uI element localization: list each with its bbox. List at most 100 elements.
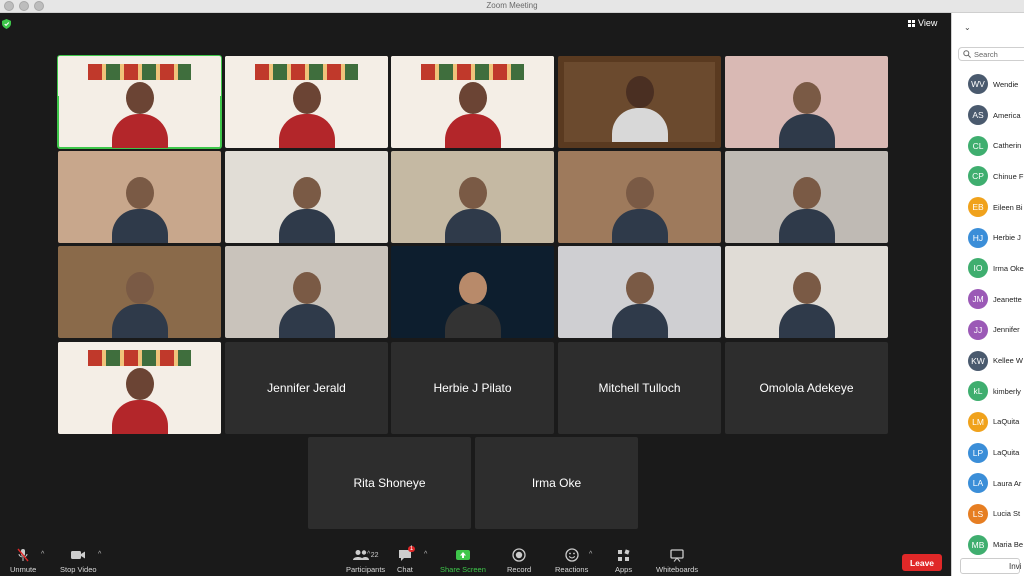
participant-video-tile[interactable]: Herbie J Pilato (391, 342, 554, 434)
invite-button[interactable]: Invi (960, 558, 1021, 574)
participant-list-item[interactable]: JM Jeanette (952, 284, 1024, 315)
participant-video-tile[interactable]: Jennifer Jerald (225, 342, 388, 434)
view-button[interactable]: View (908, 18, 937, 28)
avatar: JJ (968, 319, 988, 340)
record-button[interactable]: Record (507, 548, 531, 574)
view-label: View (918, 18, 938, 28)
chat-button[interactable]: 1 Chat (397, 546, 416, 574)
participant-video-tile[interactable]: Mitchell Tulloch (558, 342, 721, 434)
avatar: LM (968, 411, 988, 432)
person-head (458, 272, 487, 304)
participant-video-tile[interactable] (558, 151, 721, 243)
participant-video-tile[interactable] (391, 151, 554, 243)
leave-button[interactable]: Leave (902, 554, 942, 571)
avatar: JM (968, 289, 988, 310)
chevron-down-icon[interactable]: ⌄ (964, 23, 971, 32)
participants-button[interactable]: 22 Participants (346, 548, 385, 574)
participant-list-item[interactable]: WV Wendie (952, 69, 1024, 100)
participant-video-tile[interactable] (225, 246, 388, 338)
participant-video-tile[interactable] (225, 56, 388, 148)
avatar: kL (968, 381, 988, 402)
avatar: MB (968, 534, 988, 555)
person-body (111, 114, 168, 148)
search-icon (963, 50, 971, 58)
avatar: CL (968, 135, 988, 156)
avatar: KW (968, 350, 988, 371)
participant-list-item[interactable]: LM LaQuita (952, 407, 1024, 438)
participant-video-tile[interactable] (725, 246, 888, 338)
participant-video-tile[interactable] (57, 55, 222, 149)
participant-list-item[interactable]: kL kimberly (952, 376, 1024, 407)
participant-video-tile[interactable] (558, 56, 721, 148)
share-screen-label: Share Screen (440, 565, 486, 574)
participants-count: 22 (370, 551, 379, 559)
participant-video-tile[interactable] (58, 342, 221, 434)
chat-caret-icon[interactable]: ^ (424, 551, 427, 558)
whiteboards-button[interactable]: Whiteboards (656, 548, 698, 574)
person-body (111, 304, 168, 338)
participant-name: Eileen Bi (993, 202, 1023, 212)
share-screen-button[interactable]: Share Screen (440, 548, 486, 574)
participant-list-item[interactable]: LP LaQuita (952, 437, 1024, 468)
participant-list-item[interactable]: MB Maria Be (952, 529, 1024, 560)
person-body (278, 304, 335, 338)
participant-list-item[interactable]: CP Chinue F (952, 161, 1024, 192)
participant-video-tile[interactable] (58, 151, 221, 243)
apps-icon (618, 548, 630, 561)
participant-video-feed (111, 173, 168, 243)
participant-search-input[interactable]: Search (958, 47, 1024, 61)
person-head (625, 76, 654, 108)
participants-caret-icon[interactable]: ^ (367, 551, 370, 558)
person-body (611, 209, 668, 243)
participant-name: Jeanette (993, 294, 1022, 304)
reactions-button[interactable]: Reactions (555, 548, 588, 574)
participant-video-feed (611, 268, 668, 338)
avatar: CP (968, 166, 988, 187)
participant-video-tile[interactable]: Omolola Adekeye (725, 342, 888, 434)
participant-name: LaQuita (993, 448, 1020, 458)
person-head (792, 272, 821, 304)
audio-options-caret-icon[interactable]: ^ (41, 551, 44, 558)
person-head (625, 177, 654, 209)
participant-video-tile[interactable]: Irma Oke (475, 437, 638, 529)
participant-video-tile[interactable] (391, 56, 554, 148)
avatar: WV (968, 74, 988, 95)
meeting-toolbar: Unmute ^ Stop Video ^ 22 Participants ^ … (0, 545, 950, 576)
participant-video-tile[interactable] (725, 151, 888, 243)
encryption-shield-icon[interactable] (2, 19, 11, 29)
person-body (111, 400, 168, 434)
meeting-stage: View Jennifer Jerald Herbie J Pilato Mitch… (0, 13, 950, 545)
participant-list-item[interactable]: AS America (952, 100, 1024, 131)
reactions-caret-icon[interactable]: ^ (589, 551, 592, 558)
participant-list-item[interactable]: IO Irma Oke (952, 253, 1024, 284)
avatar: HJ (968, 227, 988, 248)
participant-list-item[interactable]: LA Laura Ar (952, 468, 1024, 499)
participant-video-feed (778, 268, 835, 338)
participant-list-item[interactable]: LS Lucia St (952, 499, 1024, 530)
apps-label: Apps (615, 565, 633, 574)
unmute-button[interactable]: Unmute (10, 548, 36, 574)
avatar: EB (968, 197, 988, 218)
participant-list-item[interactable]: EB Eileen Bi (952, 192, 1024, 223)
video-options-caret-icon[interactable]: ^ (98, 551, 101, 558)
participant-video-tile[interactable]: Rita Shoneye (308, 437, 471, 529)
participant-video-tile[interactable] (225, 151, 388, 243)
participant-list-item[interactable]: JJ Jennifer (952, 315, 1024, 346)
participant-video-tile[interactable] (391, 246, 554, 338)
participant-name: Herbie J (993, 233, 1021, 243)
person-body (778, 209, 835, 243)
person-head (292, 177, 321, 209)
participant-video-tile[interactable] (558, 246, 721, 338)
person-body (444, 114, 501, 148)
avatar: LA (968, 473, 988, 494)
participant-video-tile[interactable] (58, 246, 221, 338)
stop-video-button[interactable]: Stop Video (60, 548, 97, 574)
participant-list-item[interactable]: CL Catherin (952, 130, 1024, 161)
participant-list-item[interactable]: HJ Herbie J (952, 222, 1024, 253)
participant-name: Wendie (993, 79, 1019, 89)
participant-video-tile[interactable] (725, 56, 888, 148)
participant-list-item[interactable]: KW Kellee W (952, 345, 1024, 376)
participant-video-feed (611, 173, 668, 243)
apps-button[interactable]: Apps (615, 548, 632, 574)
person-body (444, 209, 501, 243)
